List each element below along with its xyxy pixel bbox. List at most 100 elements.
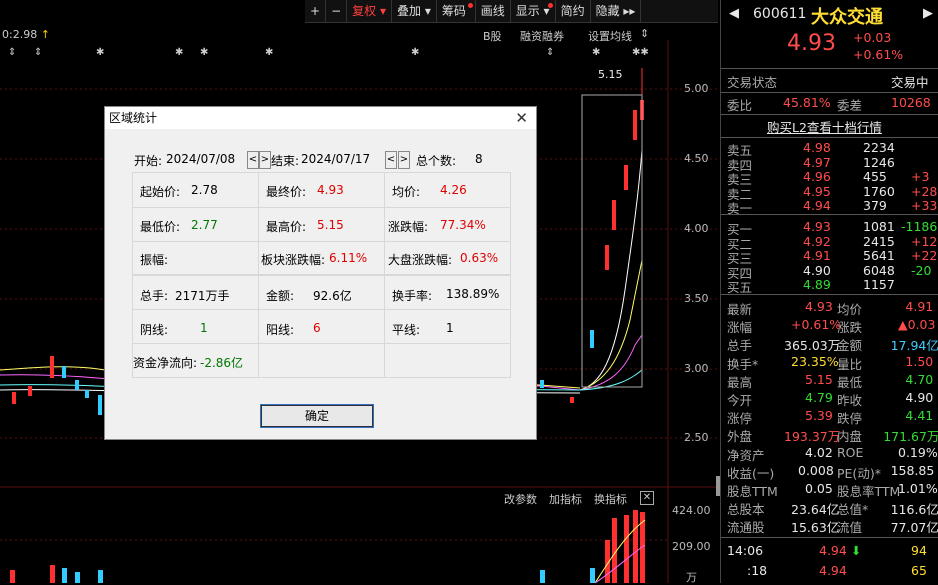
- hide-button[interactable]: 隐藏 ▸▸: [591, 0, 642, 22]
- close-indicator-icon[interactable]: ✕: [640, 491, 654, 505]
- weicha-label: 委差: [837, 98, 863, 113]
- stat-label: 总手: [727, 338, 753, 354]
- overlay-label: 叠加: [396, 4, 421, 18]
- switch-indicator-link[interactable]: 换指标: [594, 491, 627, 507]
- draw-line-button[interactable]: 画线: [476, 0, 511, 22]
- stat-value: 0.05: [805, 481, 833, 496]
- bid-change: +12: [911, 233, 938, 249]
- adjust-price-label: 复权: [352, 4, 377, 18]
- overlay-button[interactable]: 叠加 ▾: [392, 0, 437, 22]
- end-next-button[interactable]: >: [398, 151, 410, 169]
- next-stock-icon[interactable]: ▶: [923, 6, 933, 21]
- stat-value: 1.50: [905, 353, 934, 369]
- simple-button[interactable]: 简约: [556, 0, 591, 22]
- end-prev-button[interactable]: <: [385, 151, 397, 169]
- ask-change: +33: [911, 198, 938, 213]
- price-tick: 4.00: [684, 222, 709, 235]
- zoom-out-button[interactable]: −: [326, 0, 348, 22]
- bid-price: 4.92: [803, 233, 831, 249]
- divider: [721, 92, 938, 93]
- l2-link[interactable]: 购买L2查看十档行情: [767, 117, 882, 136]
- ask-volume: 455: [863, 169, 887, 184]
- svg-text:✱: ✱: [175, 47, 183, 58]
- bid-price: 4.91: [803, 248, 831, 263]
- bid-change: -1186: [901, 219, 938, 234]
- stat-value: 171.67万: [883, 429, 938, 445]
- dialog-title: 区域统计: [105, 107, 536, 129]
- open-label: 起始价:: [140, 185, 181, 199]
- bid-price: 4.93: [803, 219, 831, 234]
- stat-value: 17.94亿: [890, 338, 938, 354]
- display-button[interactable]: 显示 ▾: [511, 0, 556, 22]
- stat-value: 77.07亿: [890, 520, 938, 536]
- ask-volume: 1760: [863, 183, 895, 199]
- start-prev-button[interactable]: <: [247, 151, 259, 169]
- stat-value: 4.41: [905, 408, 934, 424]
- hide-label: 隐藏: [595, 4, 620, 18]
- stat-value: 23.64亿: [791, 502, 840, 518]
- stat-label: PE(动)*: [837, 465, 881, 481]
- chips-label: 筹码: [441, 4, 466, 18]
- price-tick: 4.50: [684, 152, 709, 165]
- close-icon[interactable]: ✕: [515, 109, 528, 127]
- range-stats-dialog: 区域统计 ✕ 开始: 2024/07/08 < > 结束: 2024/07/17…: [104, 106, 537, 440]
- stat-label: 净资产: [727, 447, 765, 463]
- change-params-link[interactable]: 改参数: [504, 491, 537, 507]
- svg-text:✱: ✱: [411, 47, 419, 58]
- stat-cell: [258, 343, 385, 378]
- stat-label: 昨收: [837, 393, 863, 408]
- ask-volume: 2234: [863, 140, 895, 155]
- confirm-button[interactable]: 确定: [260, 404, 374, 428]
- peak-price-label: 5.15: [598, 68, 623, 81]
- flow-label: 资金净流向:: [133, 356, 198, 370]
- sector-label: 板块涨跌幅:: [261, 253, 326, 267]
- tick-volume: 65: [911, 563, 927, 578]
- stat-label: 最低: [837, 374, 863, 390]
- tick-volume: 94: [911, 543, 927, 558]
- down-arrow-icon: ⬇: [851, 543, 862, 558]
- notification-dot: [467, 3, 473, 8]
- notification-dot: [547, 3, 553, 8]
- bid-volume: 1157: [863, 277, 895, 292]
- stat-label: 最新: [727, 302, 753, 317]
- stat-value: 0.008: [798, 462, 834, 478]
- start-next-button[interactable]: >: [259, 151, 271, 169]
- volume-tick: 424.00: [672, 504, 711, 517]
- stat-label: 内盘: [837, 429, 863, 445]
- close-value: 4.93: [317, 183, 344, 197]
- stat-label: 换手*: [727, 356, 759, 372]
- chips-button[interactable]: 筹码: [437, 0, 476, 22]
- bid-change: -20: [911, 262, 932, 278]
- event-markers: ⇕ ⇕ ✱ ✱ ✱ ✱ ✱ ⇕ ✱ ✱✱: [8, 47, 649, 58]
- start-date: 2024/07/08: [166, 152, 236, 166]
- stat-label: 收益(一): [727, 465, 775, 481]
- stock-name: 大众交通: [811, 7, 883, 28]
- bid-volume: 1081: [863, 219, 895, 234]
- change-label: 涨跌幅:: [388, 220, 429, 234]
- volume-bars: [10, 510, 646, 583]
- ask-price: 4.95: [803, 183, 831, 199]
- adjust-price-button[interactable]: 复权 ▾: [347, 0, 392, 22]
- ask-price: 4.97: [803, 154, 831, 170]
- end-label: 结束:: [271, 154, 300, 168]
- volume-tick: 209.00: [672, 540, 711, 553]
- bid-price: 4.90: [803, 262, 831, 278]
- ask-volume: 379: [863, 198, 887, 213]
- amplitude-label: 振幅:: [140, 253, 169, 267]
- stat-value: 15.63亿: [791, 520, 840, 536]
- zoom-in-button[interactable]: +: [305, 0, 327, 22]
- ask-change: +3: [911, 169, 930, 184]
- svg-text:⇕: ⇕: [34, 47, 42, 58]
- stat-value: 4.70: [905, 371, 934, 387]
- amount-value: 92.6亿: [313, 289, 352, 303]
- add-indicator-link[interactable]: 加指标: [549, 491, 582, 507]
- bid-volume: 5641: [863, 248, 895, 263]
- stat-label: 金额: [837, 338, 863, 354]
- prev-stock-icon[interactable]: ◀: [729, 6, 739, 21]
- stat-value: 23.35%: [791, 353, 839, 369]
- price-tick: 5.00: [684, 82, 709, 95]
- stat-label: ROE: [837, 444, 864, 460]
- stat-label: 总股本: [727, 502, 765, 518]
- start-label: 开始:: [134, 154, 163, 168]
- low-value: 2.77: [191, 218, 218, 232]
